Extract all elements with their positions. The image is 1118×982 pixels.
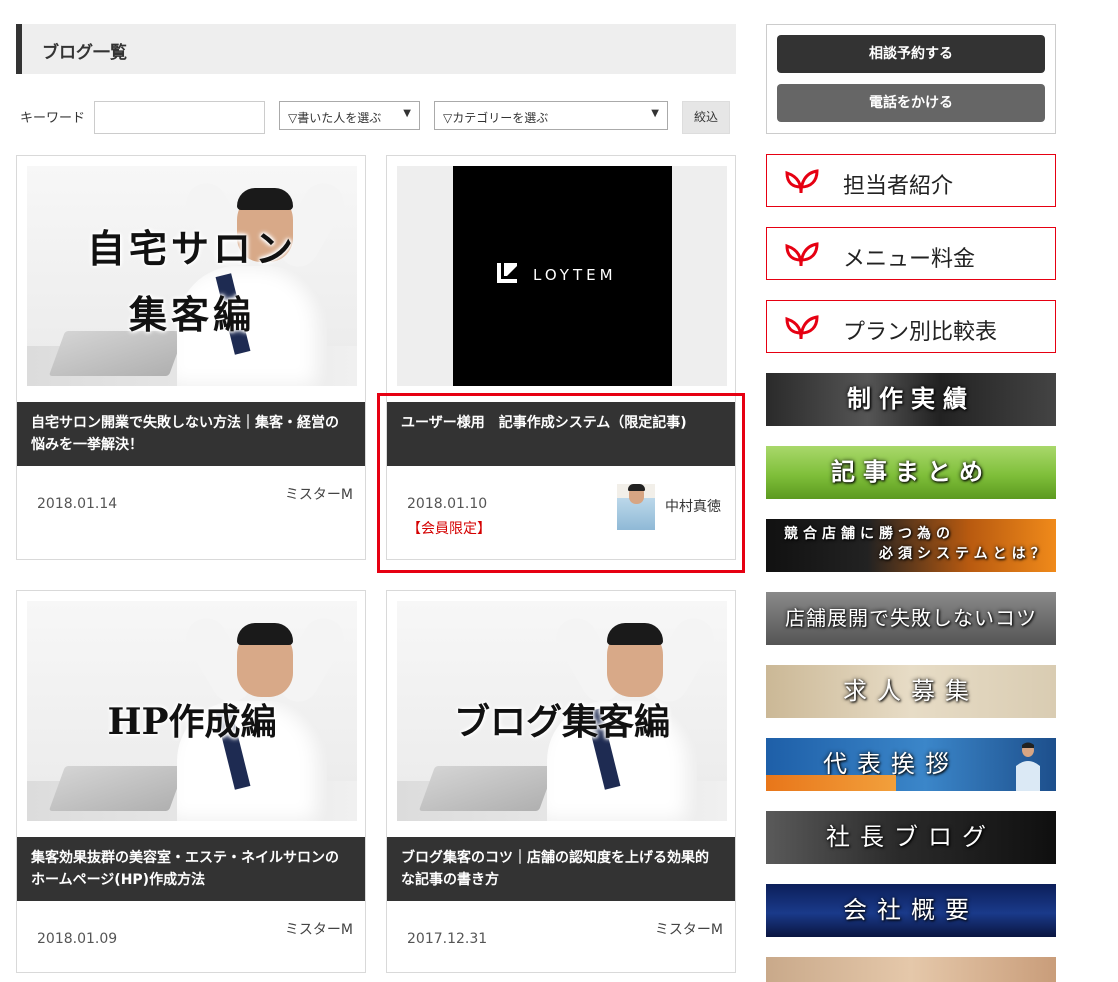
banner-label: 社長ブログ [826,823,996,851]
banner-label: 必須システムとは？ [879,546,1050,562]
blog-card[interactable]: LOYTEM ユーザー様用 記事作成システム（限定記事) 2018.01.10 … [386,155,736,560]
banner-company-profile[interactable]: 会社概要 [766,884,1056,937]
banner-label: 求人募集 [843,677,979,705]
banner-works[interactable]: 制作実績 [766,373,1056,426]
post-title[interactable]: 集客効果抜群の美容室・エステ・ネイルサロンのホームページ(HP)作成方法 [17,837,365,901]
sidebar-link-staff[interactable]: 担当者紹介 [766,154,1056,207]
category-select[interactable]: ▽カテゴリーを選ぶ ▼ [434,101,668,130]
banner-recruit[interactable]: 求人募集 [766,665,1056,718]
page-title: ブログ一覧 [42,43,127,63]
post-thumbnail[interactable]: ブログ集客編 [397,601,727,821]
chevron-down-icon: ▼ [651,108,659,119]
thumbnail-caption: 集客編 [128,292,255,337]
post-date: 2018.01.10 [407,496,488,512]
post-thumbnail[interactable]: 自宅サロン 集客編 [27,166,357,386]
banner-label: 記事まとめ [831,458,991,486]
filter-submit-button[interactable]: 絞込 [682,101,730,134]
sidebar-link-label: プラン別比較表 [843,320,998,345]
loytem-logo-image: LOYTEM [453,166,672,386]
sidebar-link-label: メニュー料金 [843,247,976,272]
call-button[interactable]: 電話をかける [777,84,1045,122]
cta-box: 相談予約する 電話をかける [766,24,1056,134]
loytem-logo-icon [497,263,517,283]
post-author: ミスターM [284,487,353,503]
banner-label: 会社概要 [843,896,979,924]
keyword-label: キーワード [20,111,86,126]
post-thumbnail[interactable]: HP作成編 [27,601,357,821]
reserve-consultation-button[interactable]: 相談予約する [777,35,1045,73]
banner-partial[interactable] [766,957,1056,982]
banner-label: 代表挨拶 [823,750,959,778]
leaf-icon [785,315,819,340]
post-title[interactable]: 自宅サロン開業で失敗しない方法｜集客・経営の悩みを一挙解決！ [17,402,365,466]
blog-card[interactable]: 自宅サロン 集客編 自宅サロン開業で失敗しない方法｜集客・経営の悩みを一挙解決！… [16,155,366,560]
sidebar-link-menu-price[interactable]: メニュー料金 [766,227,1056,280]
banner-label: 制作実績 [847,385,975,413]
blog-card[interactable]: HP作成編 集客効果抜群の美容室・エステ・ネイルサロンのホームページ(HP)作成… [16,590,366,973]
thumbnail-caption: 自宅サロン [86,226,297,271]
post-date: 2017.12.31 [407,931,488,947]
blog-list-heading: ブログ一覧 [16,24,736,74]
author-select-value: ▽書いた人を選ぶ [288,111,382,125]
blog-card[interactable]: ブログ集客編 ブログ集客のコツ｜店舗の認知度を上げる効果的な記事の書き方 201… [386,590,736,973]
post-date: 2018.01.14 [37,496,118,512]
banner-label: 店舗展開で失敗しないコツ [785,606,1037,630]
author-avatar [617,484,655,530]
post-title[interactable]: ユーザー様用 記事作成システム（限定記事) [387,402,735,466]
thumbnail-caption: HP作成編 [107,701,277,743]
banner-ceo-message[interactable]: 代表挨拶 [766,738,1056,791]
thumbnail-caption: ブログ集客編 [453,701,670,743]
post-title[interactable]: ブログ集客のコツ｜店舗の認知度を上げる効果的な記事の書き方 [387,837,735,901]
sidebar-link-label: 担当者紹介 [843,174,954,199]
members-only-badge: 【会員限定】 [407,521,491,537]
leaf-icon [785,242,819,267]
category-select-value: ▽カテゴリーを選ぶ [443,111,549,125]
person-icon [1016,742,1040,791]
post-author: ミスターM [284,922,353,938]
loytem-wordmark: LOYTEM [533,266,617,284]
author-select[interactable]: ▽書いた人を選ぶ ▼ [279,101,420,130]
banner-store-expansion[interactable]: 店舗展開で失敗しないコツ [766,592,1056,645]
sidebar-link-plan-compare[interactable]: プラン別比較表 [766,300,1056,353]
chevron-down-icon: ▼ [403,108,411,119]
post-date: 2018.01.09 [37,931,118,947]
post-author: ミスターM [654,922,723,938]
banner-competitive-system[interactable]: 競合店舗に勝つ為の 必須システムとは？ [766,519,1056,572]
post-thumbnail[interactable]: LOYTEM [397,166,727,386]
banner-articles[interactable]: 記事まとめ [766,446,1056,499]
banner-label: 競合店舗に勝つ為の [784,526,955,542]
post-author: 中村真徳 [665,499,721,515]
leaf-icon [785,169,819,194]
banner-president-blog[interactable]: 社長ブログ [766,811,1056,864]
keyword-input[interactable] [94,101,265,134]
